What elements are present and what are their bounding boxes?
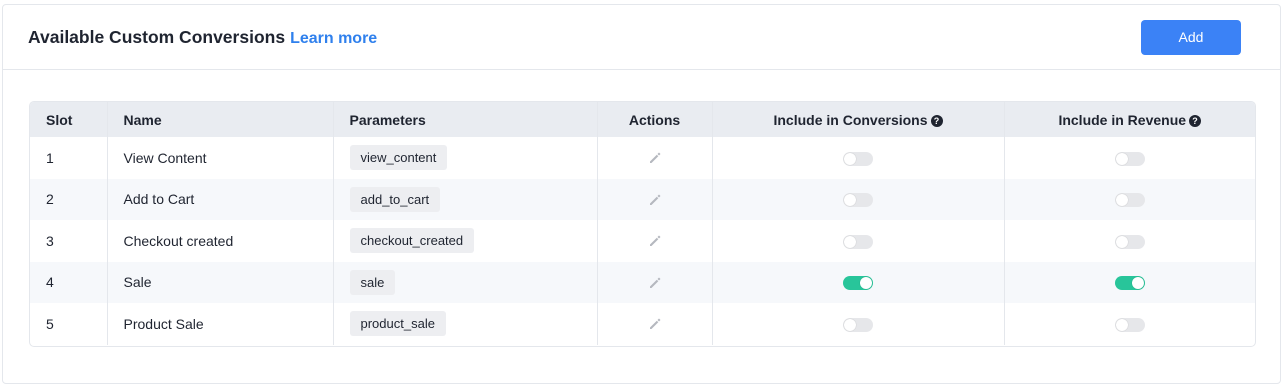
panel-header: Available Custom Conversions Learn more … xyxy=(3,5,1280,70)
parameter-chip: add_to_cart xyxy=(349,186,441,212)
include-conversions-cell xyxy=(711,178,1004,220)
name-cell: Sale xyxy=(106,261,333,303)
table-row: 5 Product Sale product_sale xyxy=(30,303,1255,345)
pencil-icon[interactable] xyxy=(647,232,663,248)
column-header-include-revenue: Include in Revenue? xyxy=(1003,102,1255,137)
title-group: Available Custom Conversions Learn more xyxy=(28,27,377,48)
slot-cell: 2 xyxy=(46,191,54,208)
actions-cell xyxy=(596,220,712,262)
name-cell: Checkout created xyxy=(106,220,333,262)
actions-cell xyxy=(596,178,712,220)
include-conversions-toggle[interactable] xyxy=(843,234,873,249)
column-header-include-conversions: Include in Conversions? xyxy=(711,102,1004,137)
question-circle-icon[interactable]: ? xyxy=(930,114,943,127)
actions-cell xyxy=(596,137,712,179)
slot-cell: 5 xyxy=(46,315,54,332)
pencil-icon[interactable] xyxy=(647,149,663,165)
custom-conversions-panel: Available Custom Conversions Learn more … xyxy=(2,4,1281,384)
parameters-cell: sale xyxy=(332,261,597,303)
include-revenue-toggle[interactable] xyxy=(1114,234,1145,249)
parameters-cell: add_to_cart xyxy=(332,178,597,220)
column-header-parameters: Parameters xyxy=(332,102,597,137)
include-conversions-toggle[interactable] xyxy=(843,193,873,208)
parameters-cell: checkout_created xyxy=(332,220,597,262)
slot-cell: 3 xyxy=(46,232,54,249)
name-cell: View Content xyxy=(106,137,333,179)
name-cell: Product Sale xyxy=(106,303,333,345)
question-circle-icon[interactable]: ? xyxy=(1189,114,1202,127)
parameter-chip: sale xyxy=(349,269,396,295)
column-header-actions: Actions xyxy=(596,102,712,137)
include-revenue-cell xyxy=(1003,220,1255,262)
column-header-name: Name xyxy=(106,102,333,137)
include-conversions-cell xyxy=(711,261,1004,303)
pencil-icon[interactable] xyxy=(647,315,663,331)
include-revenue-cell xyxy=(1003,303,1255,345)
include-revenue-toggle[interactable] xyxy=(1114,151,1145,166)
table-row: 2 Add to Cart add_to_cart xyxy=(30,178,1255,220)
parameters-cell: product_sale xyxy=(332,303,597,345)
table-row: 1 View Content view_content xyxy=(30,137,1255,179)
table-row: 3 Checkout created checkout_created xyxy=(30,220,1255,262)
include-conversions-toggle[interactable] xyxy=(843,151,873,166)
slot-cell: 1 xyxy=(46,149,54,166)
include-revenue-cell xyxy=(1003,137,1255,179)
pencil-icon[interactable] xyxy=(647,191,663,207)
actions-cell xyxy=(596,303,712,345)
include-conversions-label: Include in Conversions xyxy=(773,111,928,128)
include-revenue-toggle[interactable] xyxy=(1114,193,1145,208)
include-conversions-toggle[interactable] xyxy=(843,276,873,291)
learn-more-link[interactable]: Learn more xyxy=(290,30,377,48)
table-row: 4 Sale sale xyxy=(30,261,1255,303)
include-conversions-cell xyxy=(711,303,1004,345)
include-conversions-cell xyxy=(711,220,1004,262)
name-cell: Add to Cart xyxy=(106,178,333,220)
actions-cell xyxy=(596,261,712,303)
table-header-row: Slot Name Parameters Actions Include in … xyxy=(30,102,1255,137)
parameter-chip: checkout_created xyxy=(349,228,475,254)
slot-cell: 4 xyxy=(46,274,54,291)
include-conversions-toggle[interactable] xyxy=(843,317,873,332)
parameter-chip: product_sale xyxy=(349,311,446,337)
pencil-icon[interactable] xyxy=(647,274,663,290)
conversions-table: Slot Name Parameters Actions Include in … xyxy=(29,101,1256,347)
include-revenue-toggle[interactable] xyxy=(1114,276,1145,291)
add-button[interactable]: Add xyxy=(1141,19,1241,55)
parameters-cell: view_content xyxy=(332,137,597,179)
page-title: Available Custom Conversions xyxy=(28,26,286,47)
include-revenue-toggle[interactable] xyxy=(1114,317,1145,332)
column-header-slot: Slot xyxy=(46,111,73,128)
include-conversions-cell xyxy=(711,137,1004,179)
include-revenue-cell xyxy=(1003,261,1255,303)
include-revenue-cell xyxy=(1003,178,1255,220)
include-revenue-label: Include in Revenue xyxy=(1058,111,1187,128)
parameter-chip: view_content xyxy=(349,145,448,171)
